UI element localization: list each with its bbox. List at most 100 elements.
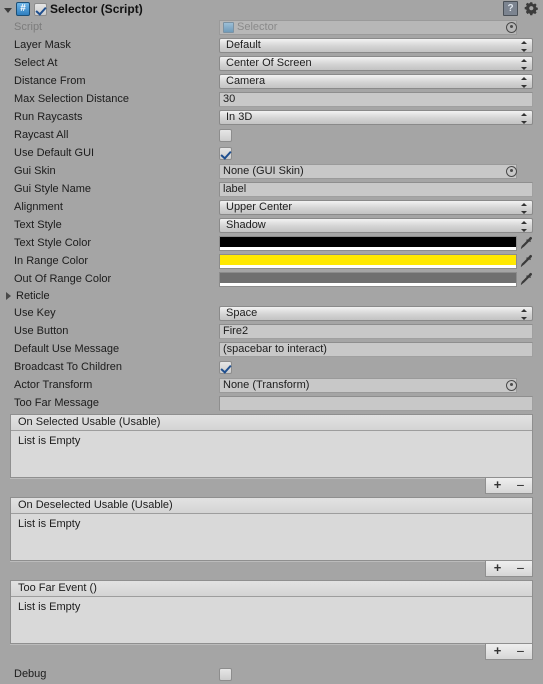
event-list-empty: List is Empty xyxy=(11,431,532,477)
help-book-icon[interactable] xyxy=(503,1,518,16)
actor-transform-object-picker[interactable] xyxy=(506,379,517,391)
in-range-color-alpha-bar xyxy=(220,264,516,268)
gui-skin-object-field[interactable]: None (GUI Skin) xyxy=(219,163,517,179)
field-gui-skin-label: Gui Skin xyxy=(14,165,56,177)
event-list-empty: List is Empty xyxy=(11,597,532,643)
field-too-far-message-label: Too Far Message xyxy=(14,397,99,409)
eyedropper-icon[interactable] xyxy=(520,272,534,287)
eyedropper-icon[interactable] xyxy=(520,254,534,269)
inspector-panel: Selector (Script) Script Selector Layer … xyxy=(0,0,543,684)
component-foldout-icon[interactable] xyxy=(4,7,12,13)
field-text-style-color-value[interactable] xyxy=(219,235,533,251)
eyedropper-icon[interactable] xyxy=(520,236,534,251)
actor-transform-object-field[interactable]: None (Transform) xyxy=(219,377,517,393)
field-distance-from: Distance From Camera xyxy=(0,72,543,90)
distance-from-selected: Camera xyxy=(226,74,266,87)
out-of-range-color-swatch[interactable] xyxy=(219,271,517,287)
gui-skin-object-picker[interactable] xyxy=(506,165,517,177)
event-remove-button[interactable]: − xyxy=(509,478,532,493)
chevron-updown-icon xyxy=(521,76,528,88)
use-default-gui-checkbox[interactable] xyxy=(219,146,232,160)
foldout-reticle[interactable]: Reticle xyxy=(0,288,543,304)
max-selection-distance-input[interactable]: 30 xyxy=(219,91,533,107)
chevron-right-icon[interactable] xyxy=(6,292,11,300)
field-default-use-message-label: Default Use Message xyxy=(14,343,120,355)
gui-skin-text: None (GUI Skin) xyxy=(223,164,304,177)
field-run-raycasts-value[interactable]: In 3D xyxy=(219,109,533,125)
use-key-dropdown[interactable]: Space xyxy=(219,305,533,321)
gear-icon[interactable] xyxy=(524,1,539,16)
alignment-dropdown[interactable]: Upper Center xyxy=(219,199,533,215)
use-button-input[interactable]: Fire2 xyxy=(219,323,533,339)
field-select-at: Select At Center Of Screen xyxy=(0,54,543,72)
field-layer-mask: Layer Mask Default xyxy=(0,36,543,54)
field-use-key-value[interactable]: Space xyxy=(219,305,533,321)
chevron-updown-icon xyxy=(521,58,528,70)
field-raycast-all-label: Raycast All xyxy=(14,129,69,141)
event-block-on-selected-usable: On Selected Usable (Usable) List is Empt… xyxy=(10,414,533,478)
select-at-selected: Center Of Screen xyxy=(226,56,312,69)
field-in-range-color-value[interactable] xyxy=(219,253,533,269)
gui-style-name-input[interactable]: label xyxy=(219,181,533,197)
field-use-default-gui-label: Use Default GUI xyxy=(14,147,95,159)
foldout-reticle-label: Reticle xyxy=(16,290,50,302)
field-gui-style-name-value[interactable]: label xyxy=(219,181,533,197)
component-header[interactable]: Selector (Script) xyxy=(0,0,543,18)
default-use-message-input[interactable]: (spacebar to interact) xyxy=(219,341,533,357)
distance-from-dropdown[interactable]: Camera xyxy=(219,73,533,89)
field-script-value: Selector xyxy=(219,19,517,35)
event-add-button[interactable]: + xyxy=(486,478,509,493)
field-distance-from-value[interactable]: Camera xyxy=(219,73,533,89)
field-in-range-color: In Range Color xyxy=(0,252,543,270)
field-debug-label: Debug xyxy=(14,668,47,680)
field-use-button-label: Use Button xyxy=(14,325,69,337)
debug-checkbox[interactable] xyxy=(219,667,232,681)
script-asset-icon xyxy=(223,21,234,33)
component-enabled-checkbox[interactable] xyxy=(34,2,47,16)
field-actor-transform-value[interactable]: None (Transform) xyxy=(219,377,517,393)
select-at-dropdown[interactable]: Center Of Screen xyxy=(219,55,533,71)
broadcast-to-children-checkbox[interactable] xyxy=(219,360,232,374)
field-too-far-message-value[interactable] xyxy=(219,395,533,411)
field-gui-style-name: Gui Style Name label xyxy=(0,180,543,198)
event-footer: + − xyxy=(10,561,533,578)
in-range-color-swatch[interactable] xyxy=(219,253,517,269)
chevron-updown-icon xyxy=(521,202,528,214)
field-layer-mask-value[interactable]: Default xyxy=(219,37,533,53)
field-default-use-message-value[interactable]: (spacebar to interact) xyxy=(219,341,533,357)
field-gui-skin-value[interactable]: None (GUI Skin) xyxy=(219,163,517,179)
event-remove-button[interactable]: − xyxy=(509,561,532,576)
field-out-of-range-color-value[interactable] xyxy=(219,271,533,287)
raycast-all-checkbox[interactable] xyxy=(219,128,232,142)
field-select-at-value[interactable]: Center Of Screen xyxy=(219,55,533,71)
in-range-color-fill xyxy=(220,254,516,265)
event-add-remove-buttons: + − xyxy=(485,478,533,494)
text-style-color-swatch[interactable] xyxy=(219,235,517,251)
field-in-range-color-label: In Range Color xyxy=(14,255,88,267)
too-far-message-input[interactable] xyxy=(219,395,533,411)
field-max-selection-distance: Max Selection Distance 30 xyxy=(0,90,543,108)
field-alignment-value[interactable]: Upper Center xyxy=(219,199,533,215)
field-use-button-value[interactable]: Fire2 xyxy=(219,323,533,339)
use-key-selected: Space xyxy=(226,306,258,319)
layer-mask-dropdown[interactable]: Default xyxy=(219,37,533,53)
text-style-dropdown[interactable]: Shadow xyxy=(219,217,533,233)
field-out-of-range-color-label: Out Of Range Color xyxy=(14,273,112,285)
event-title: On Deselected Usable (Usable) xyxy=(11,498,532,514)
event-block-too-far-event: Too Far Event () List is Empty xyxy=(10,580,533,644)
field-actor-transform: Actor Transform None (Transform) xyxy=(0,376,543,394)
event-footer: + − xyxy=(10,644,533,661)
field-text-style-label: Text Style xyxy=(14,219,62,231)
field-max-selection-distance-value[interactable]: 30 xyxy=(219,91,533,107)
event-add-button[interactable]: + xyxy=(486,561,509,576)
field-text-style-value[interactable]: Shadow xyxy=(219,217,533,233)
run-raycasts-dropdown[interactable]: In 3D xyxy=(219,109,533,125)
field-use-key: Use Key Space xyxy=(0,304,543,322)
chevron-updown-icon xyxy=(521,112,528,124)
event-remove-button[interactable]: − xyxy=(509,644,532,659)
chevron-updown-icon xyxy=(521,308,528,320)
field-distance-from-label: Distance From xyxy=(14,75,86,87)
out-of-range-color-alpha-bar xyxy=(220,282,516,286)
event-add-button[interactable]: + xyxy=(486,644,509,659)
script-object-picker[interactable] xyxy=(506,21,517,33)
